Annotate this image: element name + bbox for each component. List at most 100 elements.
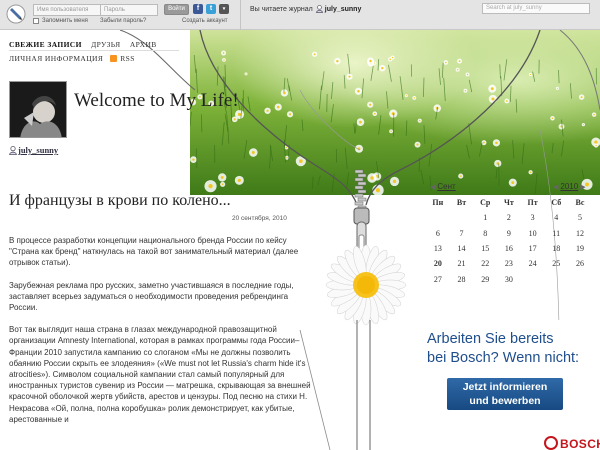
calendar-week-row: 6 7 8 9 10 11 12: [426, 226, 592, 241]
user-icon: [9, 145, 17, 155]
nav-profile[interactable]: ЛИЧНАЯ ИНФОРМАЦИЯ: [9, 54, 103, 63]
journal-nav: СВЕЖИЕ ЗАПИСИ ДРУЗЬЯ АРХИВ: [9, 40, 164, 49]
year-link[interactable]: 2010: [560, 182, 578, 191]
calendar-day: 13: [433, 244, 442, 254]
post-paragraph: Зарубежная реклама про русских, заметно …: [9, 280, 294, 313]
journal-owner-link[interactable]: july_sunny: [9, 145, 58, 155]
calendar-dow: Чт: [504, 198, 514, 208]
calendar-day: 14: [457, 244, 466, 254]
ad-button-line-2: und bewerben: [469, 395, 541, 407]
reading-journal: Вы читаете журнал july_sunny: [250, 5, 361, 13]
ad-button-line-1: Jetzt informieren: [462, 381, 548, 393]
calendar-day: 11: [552, 228, 561, 238]
nav-divider: [9, 50, 179, 51]
reading-label: Вы читаете журнал: [250, 5, 313, 13]
calendar-day: 9: [506, 228, 511, 238]
calendar-dow-row: Пн Вт Ср Чт Пт Сб Вс: [426, 195, 592, 210]
search-input[interactable]: Search at july_sunny: [482, 3, 590, 14]
avatar[interactable]: [9, 81, 67, 138]
calendar-day: 30: [504, 274, 513, 284]
calendar-dow: Вс: [575, 198, 585, 208]
remember-me-checkbox[interactable]: Запомнить меня: [33, 18, 88, 24]
post-paragraph: В процессе разработки концепции национал…: [9, 236, 299, 268]
twitter-icon[interactable]: t: [206, 4, 216, 14]
calendar-day[interactable]: 20: [426, 259, 450, 268]
create-account-link[interactable]: Создать аккаунт: [182, 18, 228, 24]
journal-nav-secondary: ЛИЧНАЯ ИНФОРМАЦИЯ RSS: [9, 54, 142, 63]
flowers-decoration: [190, 50, 600, 195]
journal-title: Welcome to My Life!: [74, 90, 239, 111]
calendar-dow: Ср: [480, 198, 491, 208]
calendar-day: 7: [459, 228, 464, 238]
forgot-password-link[interactable]: Забыли пароль?: [100, 18, 146, 24]
post-body: В процессе разработки концепции национал…: [9, 235, 313, 436]
remember-me-label: Запомнить меня: [42, 18, 88, 24]
calendar-day: 15: [481, 244, 490, 254]
calendar-dow: Сб: [551, 198, 562, 208]
rss-icon[interactable]: [110, 55, 118, 62]
bosch-ad[interactable]: Arbeiten Sie bereits bei Bosch? Wenn nic…: [419, 320, 600, 450]
topbar-divider: [240, 0, 241, 30]
more-providers-icon[interactable]: ▾: [219, 4, 229, 14]
calendar-day: 27: [433, 274, 442, 284]
calendar-week-row: 1 2 3 4 5: [426, 210, 592, 225]
calendar-day: 2: [506, 213, 511, 223]
calendar-day: 17: [528, 244, 537, 254]
calendar-day: 18: [552, 244, 561, 254]
calendar-day: 12: [575, 228, 584, 238]
calendar-prev-month[interactable]: ◀ Сент: [430, 182, 456, 191]
journal-user-link[interactable]: july_sunny: [325, 6, 362, 13]
password-input[interactable]: Пароль: [100, 4, 158, 16]
chevron-right-icon: ▶: [580, 183, 586, 191]
login-bar: Имя пользователя Пароль Войти f t ▾ Запо…: [0, 0, 600, 30]
ad-apply-button[interactable]: Jetzt informieren und bewerben: [447, 378, 563, 410]
calendar-day: 25: [552, 259, 561, 269]
calendar-day: 19: [575, 244, 584, 254]
calendar-day: 29: [481, 274, 490, 284]
calendar-year[interactable]: ◀ 2010 ▶: [553, 182, 586, 191]
post-title[interactable]: И французы в крови по колено...: [9, 191, 249, 210]
prev-month-link[interactable]: Сент: [437, 182, 455, 191]
bosch-logo-icon: [544, 436, 558, 450]
ad-headline: Arbeiten Sie bereits bei Bosch? Wenn nic…: [427, 330, 579, 367]
chevron-left-icon: ◀: [553, 183, 559, 191]
calendar-day: 6: [435, 228, 440, 238]
calendar-week-row: 13 14 15 16 17 18 19: [426, 241, 592, 256]
calendar-day: 21: [457, 259, 466, 269]
post-paragraph: Вот так выглядит наша страна в глазах ме…: [9, 325, 311, 424]
calendar-day: 5: [577, 213, 582, 223]
calendar-day: 24: [528, 259, 537, 269]
calendar-day: 23: [504, 259, 513, 269]
calendar-day: 3: [530, 213, 535, 223]
ad-line-2: bei Bosch? Wenn nicht:: [427, 349, 580, 366]
nav-recent-entries[interactable]: СВЕЖИЕ ЗАПИСИ: [9, 40, 82, 49]
calendar-day: 1: [483, 213, 488, 223]
calendar-day: 28: [457, 274, 466, 284]
user-icon: [315, 5, 323, 13]
post-date: 20 сентября, 2010: [232, 215, 287, 222]
calendar-day: 22: [481, 259, 490, 269]
zipper-pull: [353, 207, 370, 263]
calendar-week-row: 20 21 22 23 24 25 26: [426, 256, 592, 271]
calendar-week-row: 27 28 29 30: [426, 271, 592, 286]
checkbox-box[interactable]: [33, 18, 39, 24]
daisy-flower: [325, 244, 407, 326]
bosch-brand: BOSCH: [560, 437, 600, 450]
calendar-day: 26: [575, 259, 584, 269]
nav-archive[interactable]: АРХИВ: [130, 40, 157, 49]
calendar: Пн Вт Ср Чт Пт Сб Вс 1 2 3 4 5 6 7 8 9 10 11 12 13 14…: [426, 195, 592, 287]
calendar-weeks: 1 2 3 4 5 6 7 8 9 10 11 12 13 14 15 16 17 18 19 20 21 22 23 24 2…: [426, 210, 592, 286]
avatar-image: [10, 82, 66, 137]
login-button[interactable]: Войти: [164, 4, 189, 15]
chevron-left-icon: ◀: [430, 183, 436, 191]
calendar-dow: Вт: [456, 198, 467, 208]
nav-rss[interactable]: RSS: [120, 54, 135, 63]
facebook-icon[interactable]: f: [193, 4, 203, 14]
nav-friends[interactable]: ДРУЗЬЯ: [91, 40, 120, 49]
calendar-dow: Пт: [527, 198, 538, 208]
header-meadow-photo: [190, 30, 600, 195]
calendar-day: 4: [554, 213, 559, 223]
calendar-day: 8: [483, 228, 488, 238]
ad-line-1: Arbeiten Sie bereits: [427, 331, 554, 347]
livejournal-logo-icon[interactable]: [6, 4, 26, 24]
